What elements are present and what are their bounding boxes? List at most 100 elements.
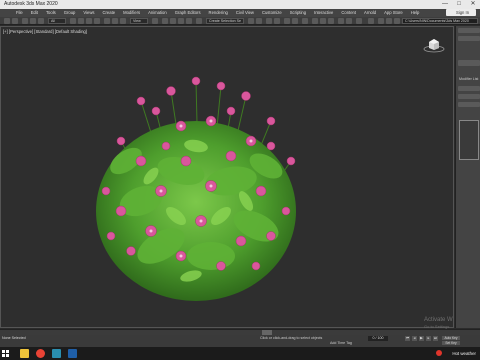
chrome-icon[interactable] (36, 349, 45, 358)
add-time-tag-button[interactable]: Add Time Tag (330, 341, 352, 345)
file-explorer-icon[interactable] (20, 349, 29, 358)
menu-item-modifiers[interactable]: Modifiers (119, 9, 144, 17)
go-to-end-icon[interactable]: ⏭ (433, 336, 438, 341)
menu-item-edit[interactable]: Edit (27, 9, 42, 17)
window-crossing-icon[interactable] (94, 18, 100, 24)
flower-bush-model[interactable] (81, 51, 321, 311)
window-title: Autodesk 3ds Max 2020 (4, 1, 58, 7)
named-selection-icon[interactable] (196, 18, 202, 24)
modify-tab[interactable] (458, 36, 480, 41)
menu-item-views[interactable]: Views (79, 9, 98, 17)
object-name-field[interactable] (458, 60, 480, 66)
curve-editor-icon[interactable] (284, 18, 290, 24)
3dsmax-icon[interactable] (52, 349, 61, 358)
menu-item-create[interactable]: Create (99, 9, 120, 17)
project-path-field[interactable]: C:\Users\NIN\Documents\3ds Max 2020 (402, 18, 478, 24)
menu-item-graph-editors[interactable]: Graph Editors (171, 9, 205, 17)
modifier-list-dropdown[interactable]: Modifier List (459, 77, 478, 81)
auto-key-button[interactable]: Auto Key (442, 336, 460, 340)
menu-item-arnold[interactable]: Arnold (360, 9, 380, 17)
maximize-button[interactable]: □ (452, 0, 466, 9)
menu-item-group[interactable]: Group (60, 9, 80, 17)
snaps-toggle-icon[interactable] (162, 18, 168, 24)
save-icon[interactable] (394, 18, 400, 24)
perspective-viewport[interactable]: [+] [Perspective] [Standard] [Default Sh… (0, 26, 454, 328)
pivot-center-icon[interactable] (152, 18, 158, 24)
current-frame-field[interactable]: 0 / 100 (368, 336, 388, 341)
modifier-stack[interactable] (459, 120, 479, 160)
named-selection-set-dropdown[interactable]: Create Selection Se (206, 18, 244, 24)
rotate-icon[interactable] (112, 18, 118, 24)
modifier-button-3[interactable] (458, 102, 480, 107)
menu-item-rendering[interactable]: Rendering (205, 9, 232, 17)
modifier-button-1[interactable] (458, 86, 480, 91)
menu-item-app-store[interactable]: App Store (380, 9, 407, 17)
scale-icon[interactable] (120, 18, 126, 24)
minimize-button[interactable]: — (438, 0, 452, 9)
photoshop-icon[interactable] (68, 349, 77, 358)
selection-region-icon[interactable] (86, 18, 92, 24)
layer-explorer-icon[interactable] (266, 18, 272, 24)
set-key-button[interactable]: Set Key (442, 341, 460, 345)
mirror-icon[interactable] (248, 18, 254, 24)
menu-item-tools[interactable]: Tools (42, 9, 60, 17)
window-controls: — □ ✕ (438, 0, 480, 9)
weather-icon[interactable] (436, 350, 442, 356)
undo-icon[interactable] (4, 18, 10, 24)
unlink-icon[interactable] (30, 18, 36, 24)
percent-snap-icon[interactable] (178, 18, 184, 24)
align-icon[interactable] (256, 18, 262, 24)
rendered-frame-window-icon[interactable] (320, 18, 326, 24)
spinner-snap-icon[interactable] (186, 18, 192, 24)
bind-space-warp-icon[interactable] (38, 18, 44, 24)
redo-icon[interactable] (12, 18, 18, 24)
menu-item-scripting[interactable]: Scripting (286, 9, 310, 17)
menu-item-file[interactable]: File (12, 9, 27, 17)
menu-item-interactive[interactable]: Interactive (310, 9, 337, 17)
viewcube-icon[interactable] (423, 37, 445, 53)
menu-item-customize[interactable]: Customize (258, 9, 286, 17)
activation-watermark-hint: Go to Settings (424, 324, 450, 329)
command-panel: Modifier List (455, 26, 480, 328)
create-tab[interactable] (458, 28, 480, 33)
link-icon[interactable] (22, 18, 28, 24)
close-button[interactable]: ✕ (466, 0, 480, 9)
angle-snap-icon[interactable] (170, 18, 176, 24)
render-setup-icon[interactable] (312, 18, 318, 24)
schematic-view-icon[interactable] (292, 18, 298, 24)
move-icon[interactable] (104, 18, 110, 24)
menu-item-help[interactable]: Help (407, 9, 424, 17)
app-window: Autodesk 3ds Max 2020 — □ ✕ File Edit Tool… (0, 0, 480, 360)
render-production-icon[interactable] (328, 18, 334, 24)
weather-status[interactable]: Hot weather (452, 349, 476, 358)
selection-filter-dropdown[interactable]: All (48, 18, 66, 24)
go-to-start-icon[interactable]: ⏮ (405, 336, 410, 341)
render-cloud-icon[interactable] (338, 18, 344, 24)
menu-item-animation[interactable]: Animation (144, 9, 171, 17)
windows-taskbar: Hot weather (0, 347, 480, 360)
material-editor-icon[interactable] (302, 18, 308, 24)
a360-gallery-icon[interactable] (346, 18, 352, 24)
recent-files-icon[interactable] (386, 18, 392, 24)
play-icon[interactable]: ▶ (419, 336, 424, 341)
sign-in-button[interactable]: Sign In (446, 9, 476, 16)
menu-items: File Edit Tools Group Views Create Modifiers An… (0, 9, 423, 17)
workspace-icon[interactable] (368, 18, 374, 24)
activation-watermark: Activate W (424, 317, 453, 323)
next-frame-icon[interactable]: ▸ (426, 336, 431, 341)
start-button-icon[interactable] (2, 350, 9, 357)
selection-status: None Selected (2, 336, 26, 340)
folder-icon[interactable] (378, 18, 384, 24)
scene-explorer-icon[interactable] (274, 18, 280, 24)
project-folder-icon[interactable] (356, 18, 362, 24)
status-bar: None Selected Click or click-and-drag to… (0, 335, 480, 347)
menu-item-content[interactable]: Content (337, 9, 360, 17)
select-by-name-icon[interactable] (78, 18, 84, 24)
previous-frame-icon[interactable]: ◂ (412, 336, 417, 341)
modifier-button-2[interactable] (458, 94, 480, 99)
viewport-label[interactable]: [+] [Perspective] [Standard] [Default Sh… (3, 29, 87, 34)
reference-coordinate-dropdown[interactable]: View (130, 18, 148, 24)
menu-item-civil-view[interactable]: Civil View (232, 9, 258, 17)
select-object-icon[interactable] (70, 18, 76, 24)
menu-bar: File Edit Tools Group Views Create Modifiers An… (0, 9, 480, 17)
